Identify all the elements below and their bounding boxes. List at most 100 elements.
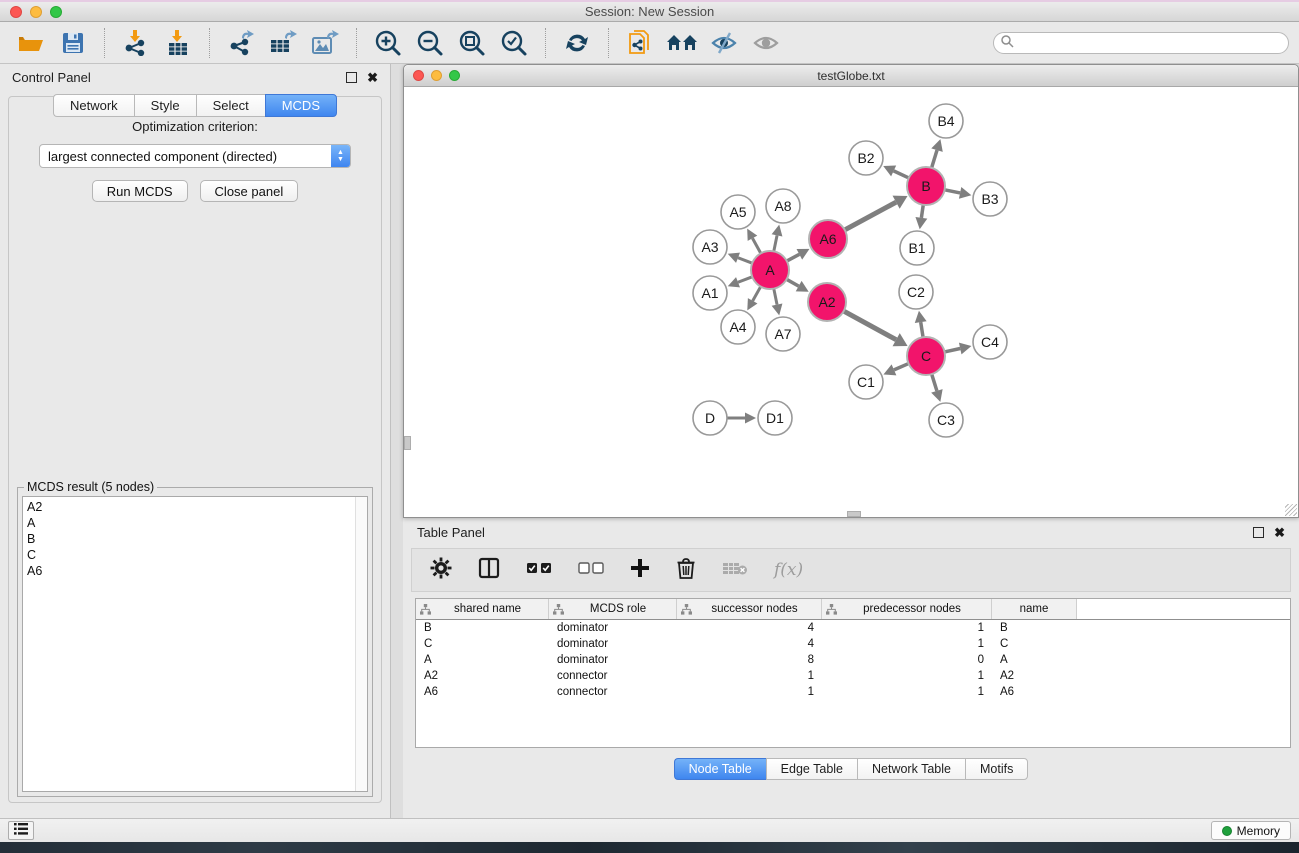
table-cell[interactable]: A2	[992, 668, 1077, 684]
edge-A-A8[interactable]	[774, 235, 777, 251]
result-item[interactable]: A	[27, 515, 355, 531]
show-all-button[interactable]	[745, 27, 787, 59]
zoom-in-button[interactable]	[367, 27, 409, 59]
network-window-titlebar[interactable]: testGlobe.txt	[404, 65, 1298, 87]
tab-node-table[interactable]: Node Table	[674, 758, 766, 780]
edge-A-A6[interactable]	[787, 254, 800, 261]
table-cell[interactable]: 1	[677, 684, 822, 700]
memory-button[interactable]: Memory	[1211, 821, 1291, 840]
edge-B-B3[interactable]	[945, 190, 960, 193]
edge-C-C1[interactable]	[894, 364, 909, 370]
node-table[interactable]: shared nameMCDS rolesuccessor nodesprede…	[415, 598, 1291, 748]
tab-motifs[interactable]: Motifs	[965, 758, 1028, 780]
close-window-button[interactable]	[10, 6, 22, 18]
column-header-name[interactable]: name	[992, 599, 1077, 619]
table-settings-button[interactable]	[430, 557, 452, 584]
table-cell[interactable]: A6	[992, 684, 1077, 700]
column-header-predecessor-nodes[interactable]: predecessor nodes	[822, 599, 992, 619]
network-canvas[interactable]: AA1A2A3A4A5A6A7A8BB1B2B3B4CC1C2C3C4DD1	[404, 87, 1298, 517]
network-minimize-button[interactable]	[431, 70, 442, 81]
export-network-button[interactable]	[220, 27, 262, 59]
edge-A6-B[interactable]	[845, 202, 896, 230]
edge-A2-C[interactable]	[844, 311, 896, 340]
table-cell[interactable]: C	[416, 636, 549, 652]
add-column-button[interactable]	[630, 558, 650, 583]
table-cell[interactable]: 1	[677, 668, 822, 684]
table-cell[interactable]: C	[992, 636, 1077, 652]
refresh-button[interactable]	[556, 27, 598, 59]
zoom-out-button[interactable]	[409, 27, 451, 59]
vertical-scrollbar-thumb[interactable]	[404, 436, 411, 450]
edge-C-C4[interactable]	[945, 349, 961, 352]
deselect-all-columns-button[interactable]	[578, 561, 604, 580]
zoom-selected-button[interactable]	[493, 27, 535, 59]
edge-A-A5[interactable]	[752, 238, 760, 253]
search-input[interactable]	[1014, 36, 1288, 50]
close-table-panel-icon[interactable]: ✖	[1274, 527, 1285, 538]
table-row[interactable]: Bdominator41B	[416, 620, 1290, 636]
table-cell[interactable]: connector	[549, 684, 677, 700]
table-cell[interactable]: 4	[677, 620, 822, 636]
save-session-button[interactable]	[52, 27, 94, 59]
table-cell[interactable]: B	[992, 620, 1077, 636]
open-file-button[interactable]	[10, 27, 52, 59]
column-header-successor-nodes[interactable]: successor nodes	[677, 599, 822, 619]
select-all-columns-button[interactable]	[526, 561, 552, 580]
edge-B-B4[interactable]	[932, 150, 937, 168]
table-cell[interactable]: A	[992, 652, 1077, 668]
result-item[interactable]: A2	[27, 499, 355, 515]
table-row[interactable]: Adominator80A	[416, 652, 1290, 668]
houses-button[interactable]	[661, 27, 703, 59]
import-table-button[interactable]	[157, 27, 199, 59]
float-table-panel-icon[interactable]	[1253, 527, 1264, 538]
function-builder-button[interactable]: f(x)	[774, 560, 803, 580]
table-cell[interactable]: A	[416, 652, 549, 668]
criterion-dropdown[interactable]: largest connected component (directed) ▲…	[39, 144, 351, 168]
task-history-button[interactable]	[8, 821, 34, 840]
tab-network[interactable]: Network	[53, 94, 134, 117]
hide-selected-button[interactable]	[703, 27, 745, 59]
column-header-mcds-role[interactable]: MCDS role	[549, 599, 677, 619]
tab-select[interactable]: Select	[196, 94, 265, 117]
table-row[interactable]: A6connector11A6	[416, 684, 1290, 700]
delete-table-button[interactable]	[722, 559, 748, 582]
table-cell[interactable]: 8	[677, 652, 822, 668]
network-zoom-button[interactable]	[449, 70, 460, 81]
minimize-window-button[interactable]	[30, 6, 42, 18]
tab-edge-table[interactable]: Edge Table	[766, 758, 857, 780]
result-item[interactable]: B	[27, 531, 355, 547]
export-image-button[interactable]	[304, 27, 346, 59]
table-cell[interactable]: dominator	[549, 652, 677, 668]
zoom-window-button[interactable]	[50, 6, 62, 18]
table-cell[interactable]: 4	[677, 636, 822, 652]
delete-column-button[interactable]	[676, 557, 696, 584]
window-resize-grip[interactable]	[1285, 504, 1297, 516]
table-cell[interactable]: 1	[822, 684, 992, 700]
table-cell[interactable]: dominator	[549, 636, 677, 652]
edge-A-A2[interactable]	[787, 279, 799, 286]
table-row[interactable]: A2connector11A2	[416, 668, 1290, 684]
edge-C-C3[interactable]	[932, 374, 937, 391]
edge-A-A4[interactable]	[753, 287, 761, 301]
tab-mcds[interactable]: MCDS	[265, 94, 337, 117]
horizontal-scrollbar-thumb[interactable]	[847, 511, 861, 517]
table-cell[interactable]: B	[416, 620, 549, 636]
result-list-scrollbar[interactable]	[355, 497, 367, 791]
table-cell[interactable]: 1	[822, 620, 992, 636]
mcds-result-list[interactable]: A2ABCA6	[22, 496, 368, 792]
close-panel-icon[interactable]: ✖	[367, 72, 378, 83]
edge-A-A1[interactable]	[738, 277, 752, 282]
float-panel-icon[interactable]	[346, 72, 357, 83]
run-mcds-button[interactable]: Run MCDS	[92, 180, 188, 202]
export-table-button[interactable]	[262, 27, 304, 59]
table-cell[interactable]: 1	[822, 636, 992, 652]
network-close-button[interactable]	[413, 70, 424, 81]
network-graph[interactable]: AA1A2A3A4A5A6A7A8BB1B2B3B4CC1C2C3C4DD1	[404, 87, 1298, 517]
table-cell[interactable]: A2	[416, 668, 549, 684]
edge-A-A7[interactable]	[774, 289, 777, 305]
table-cell[interactable]: connector	[549, 668, 677, 684]
edge-B-B1[interactable]	[921, 205, 923, 218]
search-field[interactable]	[993, 32, 1289, 54]
zoom-fit-button[interactable]	[451, 27, 493, 59]
column-header-shared-name[interactable]: shared name	[416, 599, 549, 619]
